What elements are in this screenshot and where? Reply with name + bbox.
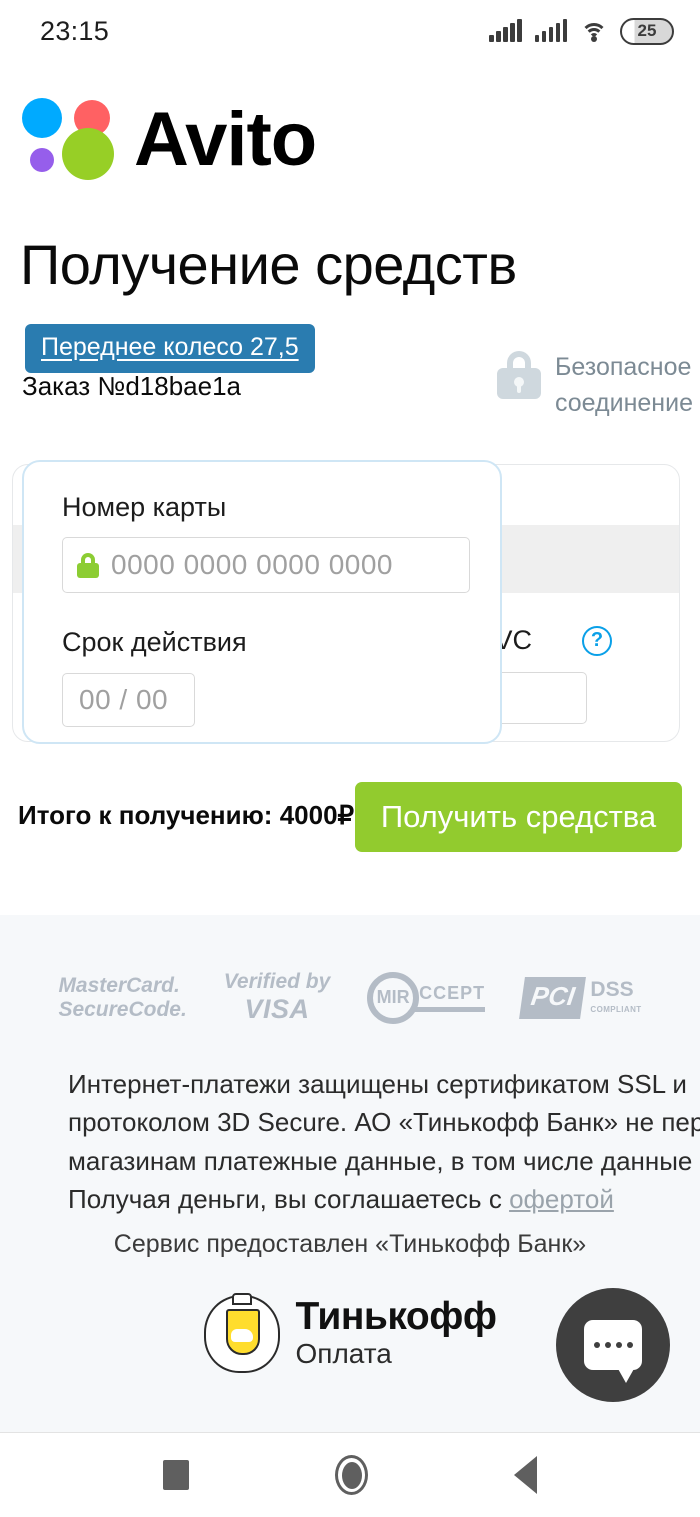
card-number-placeholder: 0000 0000 0000 0000 [111,549,393,580]
offer-link[interactable]: офертой [509,1184,614,1214]
pci-dss-text: DSS COMPLIANT [590,979,641,1016]
expiry-placeholder: 00 / 00 [79,684,169,715]
status-bar: 23:15 25 [0,0,700,62]
pci-dss-logo: PCI DSS COMPLIANT [519,976,642,1019]
back-triangle-icon[interactable] [514,1456,537,1494]
chat-button[interactable] [556,1288,670,1402]
battery-level: 25 [637,21,657,40]
lock-icon [497,351,541,399]
secure-connection-badge: Безопасное соединение [497,349,693,422]
verified-by-visa-logo: Verified by VISA [224,970,331,1025]
expiry-label: Срок действия [62,627,247,657]
lock-small-icon [77,552,99,578]
help-icon[interactable]: ? [582,625,613,656]
page-title: Получение средств [20,233,517,296]
order-item-link[interactable]: Переднее колесо 27,5 [25,324,315,373]
card-form: CVC ? Номер карты 0000 0000 0000 0000 Ср… [12,460,688,750]
card-front-side: Номер карты 0000 0000 0000 0000 Срок дей… [22,460,502,744]
status-time: 23:15 [40,15,110,46]
tinkoff-wordmark: Тинькофф Оплата [296,1297,497,1371]
home-circle-icon[interactable] [335,1455,368,1495]
visa-line-2: VISA [244,994,310,1024]
submit-button[interactable]: Получить средства [355,782,682,852]
recents-square-icon[interactable] [163,1460,189,1490]
mir-mark: MIR [367,971,420,1024]
avito-wordmark: Avito [134,97,317,182]
mastercard-securecode-logo: MasterCard. SecureCode. [58,974,186,1021]
chat-bubble-icon [584,1320,642,1383]
wifi-icon [580,21,607,42]
card-number-input[interactable]: 0000 0000 0000 0000 [62,537,470,593]
legal-line-4: Получая деньги, вы соглашаетесь с оферто… [68,1180,700,1218]
tinkoff-subtitle: Оплата [295,1338,392,1369]
phone-screen: 23:15 25 Avito Получение средств Передне… [0,0,700,1517]
legal-text: Интернет-платежи защищены сертификатом S… [68,1065,700,1219]
signal-icon [534,19,567,42]
card-number-label: Номер карты [62,492,227,522]
tinkoff-title: Тинькофф [295,1295,497,1338]
pci-dss-title: DSS [590,978,634,1001]
secure-line-2: соединение [555,389,693,418]
avito-dots-icon [22,98,118,182]
avito-logo[interactable]: Avito [22,97,317,182]
total-amount: Итого к получению: 4000₽ [18,800,355,830]
android-nav-bar [0,1432,700,1517]
signal-icon [489,19,522,42]
secure-line-1: Безопасное [555,353,692,381]
pci-compliant-text: COMPLIANT [590,1005,642,1014]
order-number: Заказ №d18bae1a [22,371,241,401]
legal-line-4-text: Получая деньги, вы соглашаетесь с [68,1184,510,1215]
mastercard-line-1: MasterCard. [58,973,180,997]
pci-mark: PCI [519,976,587,1019]
secure-connection-text: Безопасное соединение [555,349,693,422]
provided-by-text: Сервис предоставлен «Тинькофф Банк» [113,1230,587,1258]
mir-accept-logo: MIR ACCEPT [367,971,486,1024]
visa-line-1: Verified by [223,970,331,993]
legal-line-1: Интернет-платежи защищены сертификатом S… [68,1069,687,1099]
battery-icon: 25 [620,17,674,45]
payment-security-logos: MasterCard. SecureCode. Verified by VISA… [0,970,700,1025]
expiry-input[interactable]: 00 / 00 [62,673,195,727]
tinkoff-crest-icon [203,1293,280,1373]
legal-line-2: протоколом 3D Secure. АО «Тинькофф Банк»… [68,1107,700,1138]
mastercard-line-2: SecureCode. [58,997,187,1021]
legal-line-3: магазинам платежные данные, в том числе … [68,1145,700,1176]
status-icons: 25 [489,17,674,45]
